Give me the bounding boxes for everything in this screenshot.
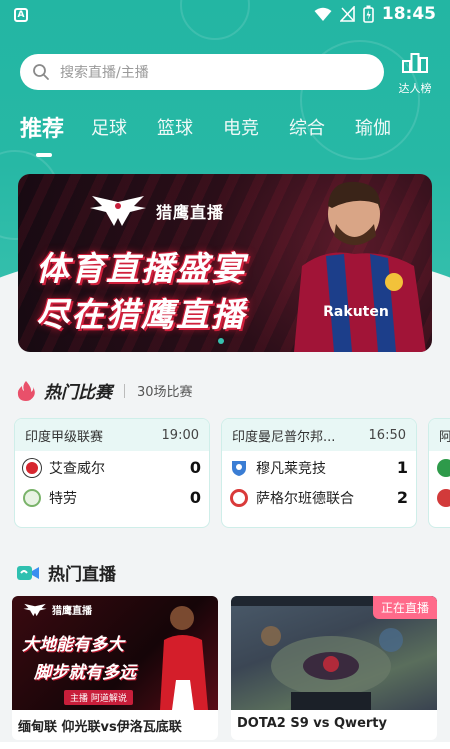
match-league: 阿	[439, 426, 450, 445]
ranking-label: 达人榜	[398, 82, 432, 95]
search-icon	[33, 64, 49, 80]
match-card[interactable]: 印度甲级联赛 19:00 艾查威尔 0 特劳 0	[14, 418, 210, 528]
category-tabs: 推荐 足球 篮球 电竞 综合 瑜伽	[0, 114, 450, 160]
active-tab-indicator	[36, 153, 52, 157]
signal-icon	[339, 6, 355, 22]
tab-esports[interactable]: 电竞	[223, 114, 259, 140]
team-score: 0	[189, 458, 201, 477]
team-name: 特劳	[49, 490, 77, 507]
battery-charging-icon	[363, 5, 374, 23]
live-title: DOTA2 S9 vs Qwerty	[237, 716, 387, 731]
team-badge-icon	[437, 488, 450, 507]
live-card[interactable]: 猎鹰直播 大地能有多大 脚步就有多远 主播 阿道解说 缅甸联 仰光联vs伊洛瓦底…	[12, 596, 218, 740]
live-card[interactable]: 正在直播 DOTA2 S9 vs Qwerty	[231, 596, 437, 740]
thumb-host-tag: 主播 阿道解说	[64, 690, 133, 705]
team-score: 1	[396, 458, 408, 477]
banner-brand-name: 猎鹰直播	[156, 203, 225, 222]
ranking-icon	[402, 53, 428, 73]
match-league: 印度甲级联赛	[25, 429, 104, 445]
live-title: 缅甸联 仰光联vs伊洛瓦底联	[18, 720, 182, 735]
tab-yoga[interactable]: 瑜伽	[355, 114, 391, 140]
banner-brand: 猎鹰直播	[88, 194, 224, 228]
team-name: 艾查威尔	[49, 460, 105, 477]
tab-general[interactable]: 综合	[289, 114, 325, 140]
banner-headline-1: 体育直播盛宴	[36, 249, 246, 288]
banner-headline-2: 尽在猎鹰直播	[36, 295, 246, 334]
promo-banner[interactable]: 猎鹰直播 体育直播盛宴 尽在猎鹰直播 Rakuten	[18, 174, 432, 352]
team-name: 萨格尔班德联合	[256, 490, 354, 507]
tab-recommend[interactable]: 推荐	[20, 111, 64, 143]
team-badge-icon	[232, 460, 246, 476]
jersey-sponsor-text: Rakuten	[323, 304, 389, 320]
player-photo	[160, 606, 208, 710]
match-card[interactable]: 印度曼尼普尔邦... 16:50 穆凡莱竞技 1 萨格尔班德联合 2	[221, 418, 417, 528]
match-time: 16:50	[368, 427, 406, 443]
thumb-headline-2: 脚步就有多远	[34, 663, 136, 683]
tab-basketball[interactable]: 篮球	[157, 114, 193, 140]
status-time: 18:45	[381, 4, 436, 24]
live-thumbnail: 猎鹰直播 大地能有多大 脚步就有多远 主播 阿道解说	[12, 596, 218, 710]
team-score: 0	[189, 488, 201, 507]
player-photo: Rakuten	[294, 181, 426, 352]
live-status-badge: 正在直播	[372, 596, 437, 619]
fire-icon	[17, 380, 35, 401]
team-name: 穆凡莱竞技	[256, 460, 326, 477]
banner-page-indicator	[218, 338, 224, 344]
hot-live-title: 热门直播	[48, 565, 116, 585]
hot-matches-header: 热门比赛 30场比赛	[16, 378, 193, 403]
search-placeholder: 搜索直播/主播	[60, 65, 149, 81]
hot-matches-title: 热门比赛	[44, 383, 112, 403]
match-time: 19:00	[161, 427, 199, 443]
thumb-headline-1: 大地能有多大	[22, 635, 124, 655]
ranking-button[interactable]: 达人榜	[393, 52, 437, 96]
eagle-logo-icon	[90, 196, 146, 226]
bottom-navigation-partial	[0, 742, 450, 749]
section-divider	[124, 383, 125, 398]
team-badge-icon	[23, 458, 41, 477]
live-camera-icon	[17, 565, 39, 580]
eagle-logo-icon	[23, 603, 47, 616]
team-badge-icon	[437, 458, 450, 477]
team-badge-icon	[230, 488, 248, 507]
team-score: 2	[396, 488, 408, 507]
hot-live-header: 热门直播	[16, 560, 116, 585]
search-bar[interactable]: 搜索直播/主播	[20, 54, 384, 90]
tab-football[interactable]: 足球	[91, 114, 127, 140]
match-card[interactable]: 阿	[428, 418, 450, 528]
match-count: 30场比赛	[137, 385, 193, 400]
match-carousel[interactable]: 印度甲级联赛 19:00 艾查威尔 0 特劳 0 印度曼尼普尔邦... 16:5…	[14, 418, 450, 530]
thumb-brand-name: 猎鹰直播	[52, 606, 92, 617]
wifi-icon	[314, 7, 332, 21]
status-bar: A 18:45	[0, 0, 450, 30]
thumb-brand: 猎鹰直播	[22, 602, 92, 617]
match-league: 印度曼尼普尔邦...	[232, 429, 336, 445]
app-notification-icon: A	[14, 8, 28, 22]
live-thumbnail: 正在直播	[231, 596, 437, 710]
team-badge-icon	[23, 488, 41, 507]
